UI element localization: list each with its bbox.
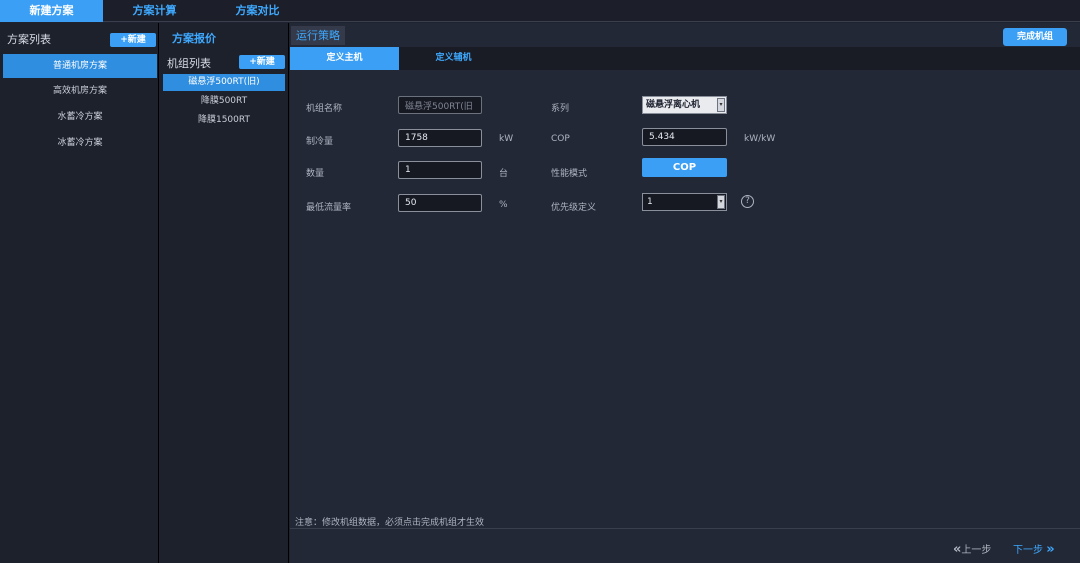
unit-name-field[interactable]: [398, 96, 482, 114]
finish-unit-button[interactable]: 完成机组: [1003, 28, 1067, 46]
sub-tab-bar: 定义主机 定义辅机: [290, 47, 1080, 70]
tab-new-plan[interactable]: 新建方案: [0, 0, 103, 22]
plan-list-header: 方案列表 +新建: [0, 23, 158, 51]
new-plan-button[interactable]: +新建: [110, 33, 156, 47]
tab-define-main-unit[interactable]: 定义主机: [290, 47, 399, 70]
help-icon[interactable]: ?: [741, 195, 754, 208]
tab-plan-comparison[interactable]: 方案对比: [206, 0, 309, 22]
unit-list-header: 机组列表 +新建: [160, 51, 289, 71]
dropdown-arrow-icon[interactable]: ▾: [717, 195, 725, 209]
performance-mode-cop-button[interactable]: COP: [642, 158, 727, 177]
cop-field[interactable]: [642, 128, 727, 146]
tab-plan-calculation[interactable]: 方案计算: [103, 0, 206, 22]
prev-step-button[interactable]: «上一步: [953, 541, 991, 557]
unit-item[interactable]: 磁悬浮500RT(旧): [163, 74, 285, 91]
new-unit-button[interactable]: +新建: [239, 55, 285, 69]
performance-mode-label: 性能模式: [551, 169, 588, 179]
unit-name-label: 机组名称: [306, 104, 343, 114]
series-label: 系列: [551, 104, 570, 114]
top-nav: 新建方案 方案计算 方案对比: [0, 0, 1080, 22]
next-step-button[interactable]: 下一步 »: [1013, 541, 1055, 557]
plan-item[interactable]: 冰蓄冷方案: [3, 131, 157, 155]
double-chevron-right-icon: »: [1046, 542, 1055, 557]
priority-value: 1: [647, 197, 653, 207]
series-select[interactable]: 磁悬浮离心机 ▾: [642, 96, 727, 114]
min-flow-unit: %: [499, 200, 508, 210]
cop-unit: kW/kW: [744, 134, 776, 144]
unit-item[interactable]: 降膜1500RT: [163, 112, 285, 129]
plan-item[interactable]: 普通机房方案: [3, 54, 157, 78]
count-field[interactable]: [398, 161, 482, 179]
tab-run-strategy[interactable]: 运行策略: [291, 26, 345, 45]
plan-item[interactable]: 高效机房方案: [3, 79, 157, 103]
min-flow-label: 最低流量率: [306, 203, 352, 213]
min-flow-field[interactable]: [398, 194, 482, 212]
capacity-field[interactable]: [398, 129, 482, 147]
notice-text: 注意：修改机组数据，必须点击完成机组才生效: [295, 518, 485, 528]
plan-list-title: 方案列表: [7, 33, 51, 46]
cop-label: COP: [551, 134, 570, 144]
plan-list-panel: 方案列表 +新建 普通机房方案 高效机房方案 水蓄冷方案 冰蓄冷方案: [0, 23, 159, 563]
footer-divider: [290, 528, 1080, 529]
count-unit: 台: [499, 169, 509, 179]
capacity-unit: kW: [499, 134, 514, 144]
priority-label: 优先级定义: [551, 203, 597, 213]
prev-step-label: 上一步: [961, 545, 992, 556]
priority-select[interactable]: 1 ▾: [642, 193, 727, 211]
plan-item[interactable]: 水蓄冷方案: [3, 105, 157, 129]
tab-plan-quote[interactable]: 方案报价: [172, 30, 216, 46]
dropdown-arrow-icon[interactable]: ▾: [717, 98, 725, 112]
capacity-label: 制冷量: [306, 137, 334, 147]
tab-define-auxiliary[interactable]: 定义辅机: [399, 47, 508, 70]
next-step-label: 下一步: [1013, 545, 1043, 556]
unit-item[interactable]: 降膜500RT: [163, 93, 285, 110]
series-value: 磁悬浮离心机: [646, 100, 701, 110]
count-label: 数量: [306, 169, 325, 179]
unit-list-title: 机组列表: [167, 57, 211, 70]
unit-list-panel: 机组列表 +新建 磁悬浮500RT(旧) 降膜500RT 降膜1500RT: [160, 23, 289, 563]
